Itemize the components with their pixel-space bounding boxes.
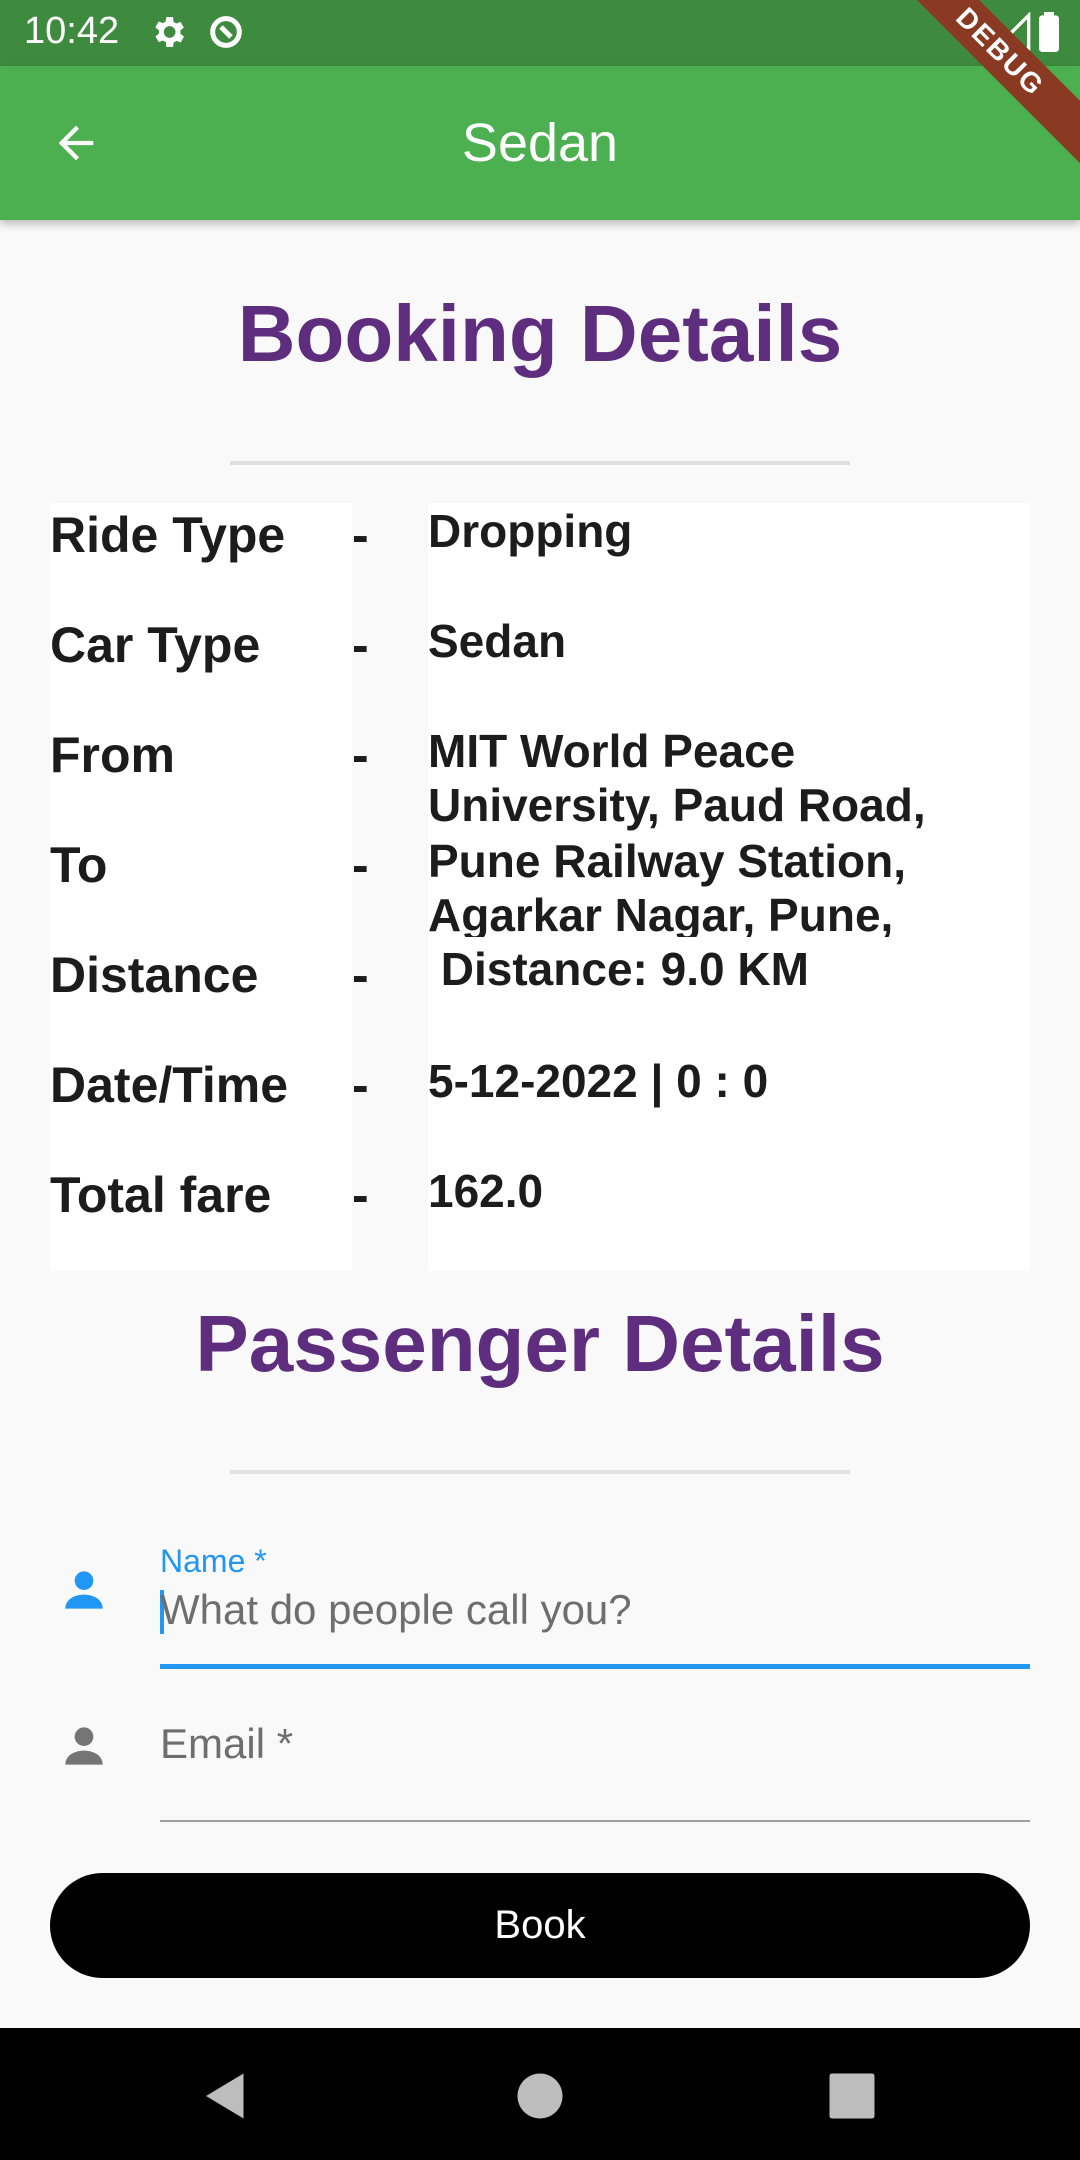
booking-details-title: Booking Details	[237, 289, 843, 378]
book-button[interactable]: Book	[50, 1873, 1030, 1978]
car-type-label: Car Type	[50, 617, 261, 673]
person-icon	[65, 1571, 103, 1609]
car-type-separator: -	[352, 617, 369, 673]
nav-home-icon[interactable]	[510, 2066, 570, 2126]
nav-recents-icon[interactable]	[822, 2066, 882, 2126]
to-label: To	[50, 837, 108, 893]
date-time-separator: -	[352, 1057, 369, 1113]
ride-type-separator: -	[352, 507, 369, 563]
passenger-details-title: Passenger Details	[195, 1299, 885, 1388]
total-fare-label: Total fare	[50, 1167, 272, 1223]
total-fare-value: 162.0	[428, 1165, 544, 1217]
to-value: Pune Railway Station, Agarkar Nagar, Pun…	[428, 835, 906, 937]
passenger-divider	[230, 1470, 850, 1474]
name-field-label: Name *	[160, 1543, 267, 1579]
app-bar: Sedan	[0, 66, 1080, 220]
nav-back-icon[interactable]	[196, 2066, 256, 2126]
battery-icon	[1039, 12, 1059, 52]
sync-icon	[210, 16, 242, 48]
email-input[interactable]	[160, 1714, 1030, 1774]
booking-divider	[230, 461, 850, 465]
person-outline-icon	[65, 1727, 103, 1765]
status-bar: 10:42	[0, 0, 1080, 66]
distance-separator: -	[352, 947, 369, 1003]
distance-label: Distance	[50, 947, 259, 1003]
to-separator: -	[352, 837, 369, 893]
email-input-underline	[160, 1820, 1030, 1822]
name-input-underline	[160, 1664, 1030, 1669]
date-time-label: Date/Time	[50, 1057, 289, 1113]
system-nav-bar	[0, 2028, 1080, 2160]
from-separator: -	[352, 727, 369, 783]
ride-type-value: Dropping	[428, 505, 633, 557]
name-input[interactable]	[160, 1580, 1030, 1640]
date-time-value: 5-12-2022 | 0 : 0	[428, 1055, 769, 1107]
settings-icon	[155, 17, 184, 47]
distance-value: Distance: 9.0 KM	[428, 943, 809, 995]
from-value: MIT World Peace University, Paud Road,	[428, 725, 926, 831]
from-label: From	[50, 727, 175, 783]
total-fare-separator: -	[352, 1167, 369, 1223]
ride-type-label: Ride Type	[50, 507, 286, 563]
app-bar-title: Sedan	[461, 113, 619, 173]
car-type-value: Sedan	[428, 615, 567, 667]
status-time: 10:42	[24, 10, 120, 52]
